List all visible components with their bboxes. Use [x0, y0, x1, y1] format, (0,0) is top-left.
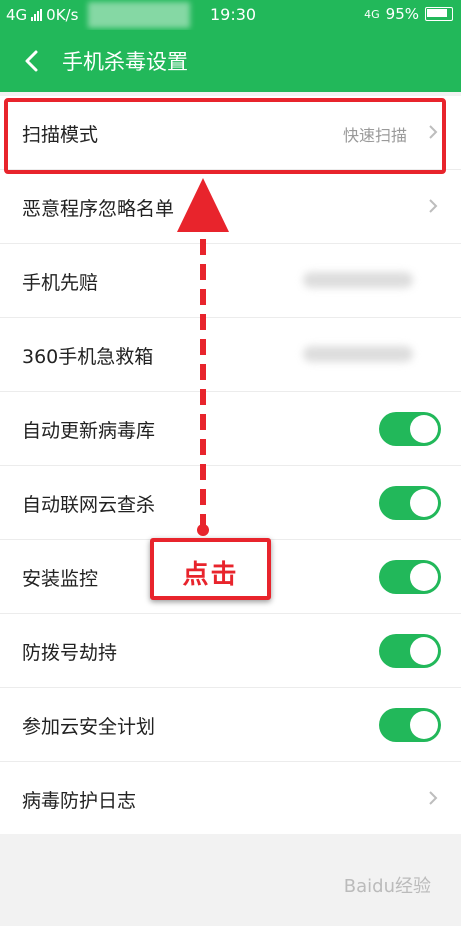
annotation-text: 点击 — [182, 560, 239, 590]
watermark: Baidu经验 — [343, 876, 431, 897]
bottom-blank — [0, 898, 461, 926]
annotation-label: 点击 — [150, 538, 271, 600]
annotation-arrow — [177, 178, 229, 536]
